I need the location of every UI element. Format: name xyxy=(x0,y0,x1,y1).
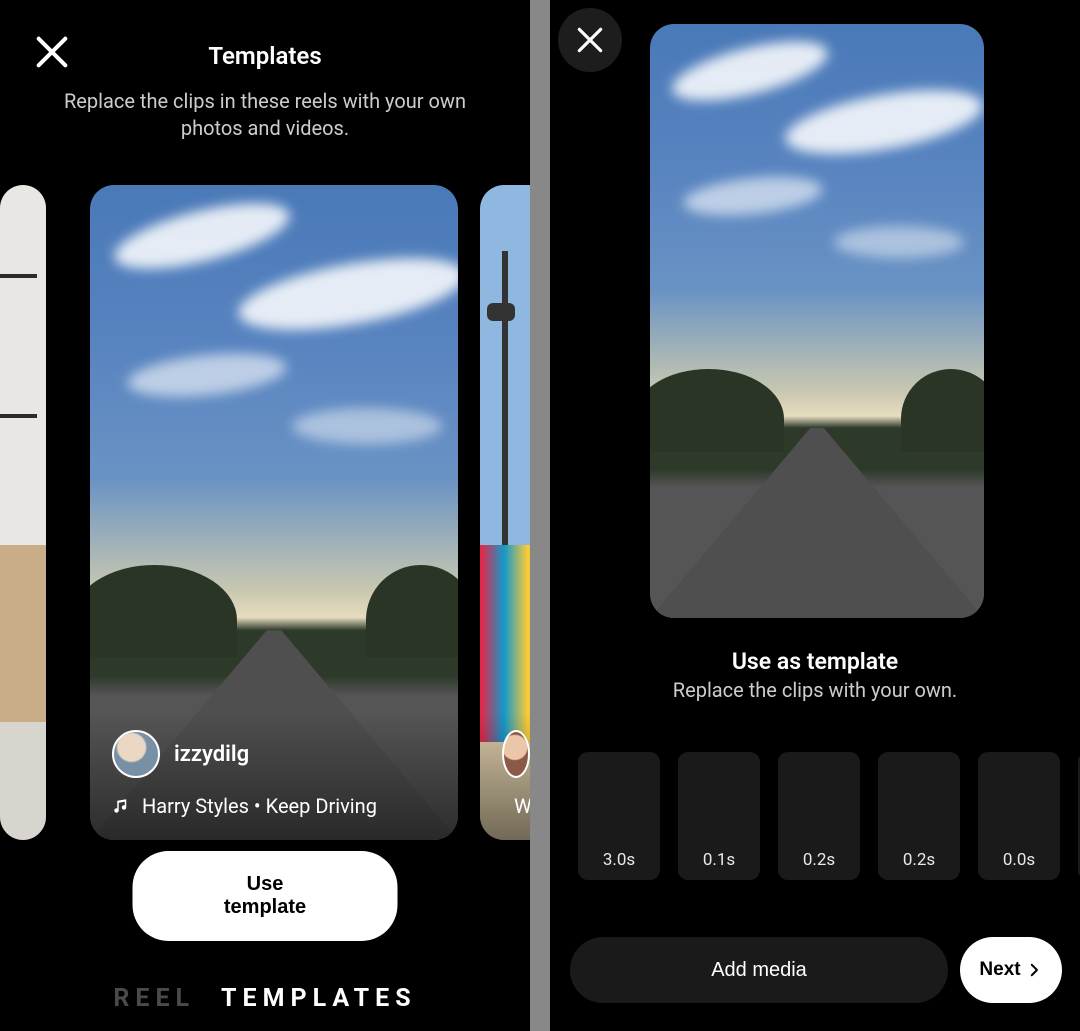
bottom-tabs: REEL TEMPLATES xyxy=(0,984,530,1013)
avatar[interactable] xyxy=(112,730,160,778)
template-preview[interactable] xyxy=(650,24,984,618)
template-carousel[interactable]: izzydilg Harry Styles • Keep Driving xyxy=(0,185,530,840)
clip-duration: 3.0s xyxy=(578,850,660,870)
tab-templates[interactable]: TEMPLATES xyxy=(221,984,417,1013)
clip-duration: 0.2s xyxy=(878,850,960,870)
clip-duration: 0.0s xyxy=(978,850,1060,870)
close-icon xyxy=(574,24,606,56)
close-icon[interactable] xyxy=(32,32,72,72)
next-label: Next xyxy=(979,959,1020,981)
page-subtitle: Replace the clips in these reels with yo… xyxy=(0,70,530,142)
close-button[interactable] xyxy=(558,8,622,72)
clip-duration: 0.2s xyxy=(778,850,860,870)
username[interactable]: izzydilg xyxy=(174,742,249,767)
tab-reel[interactable]: REEL xyxy=(113,984,195,1013)
avatar[interactable] xyxy=(502,730,530,778)
clip-slot[interactable]: 0.1s xyxy=(678,752,760,880)
template-card[interactable]: izzydilg Harry Styles • Keep Driving xyxy=(90,185,458,840)
clip-slot[interactable]: 0.0s xyxy=(978,752,1060,880)
clip-slot[interactable]: 0.2s xyxy=(778,752,860,880)
template-card-prev[interactable] xyxy=(0,185,46,840)
music-row[interactable]: Harry Styles • Keep Driving xyxy=(112,794,436,818)
chevron-right-icon xyxy=(1025,961,1043,979)
use-template-button[interactable]: Use template xyxy=(133,851,398,941)
music-icon xyxy=(112,797,130,815)
clip-slot[interactable]: 3.0s xyxy=(578,752,660,880)
template-card-next[interactable]: W xyxy=(480,185,530,840)
templates-screen: Templates Replace the clips in these ree… xyxy=(0,0,530,1031)
clip-strip[interactable]: 3.0s 0.1s 0.2s 0.2s 0.0s xyxy=(578,752,1080,880)
section-title: Use as template xyxy=(550,648,1080,675)
panel-divider xyxy=(530,0,550,1031)
clip-slot[interactable]: 0.2s xyxy=(878,752,960,880)
page-title: Templates xyxy=(0,0,530,70)
add-media-button[interactable]: Add media xyxy=(570,937,948,1003)
music-label-peek: W xyxy=(514,794,530,818)
section-subtitle: Replace the clips with your own. xyxy=(550,678,1080,702)
card-overlay: izzydilg Harry Styles • Keep Driving xyxy=(90,712,458,840)
clip-duration: 0.1s xyxy=(678,850,760,870)
use-as-template-screen: Use as template Replace the clips with y… xyxy=(550,0,1080,1031)
next-button[interactable]: Next xyxy=(960,937,1062,1003)
music-label: Harry Styles • Keep Driving xyxy=(142,794,377,818)
